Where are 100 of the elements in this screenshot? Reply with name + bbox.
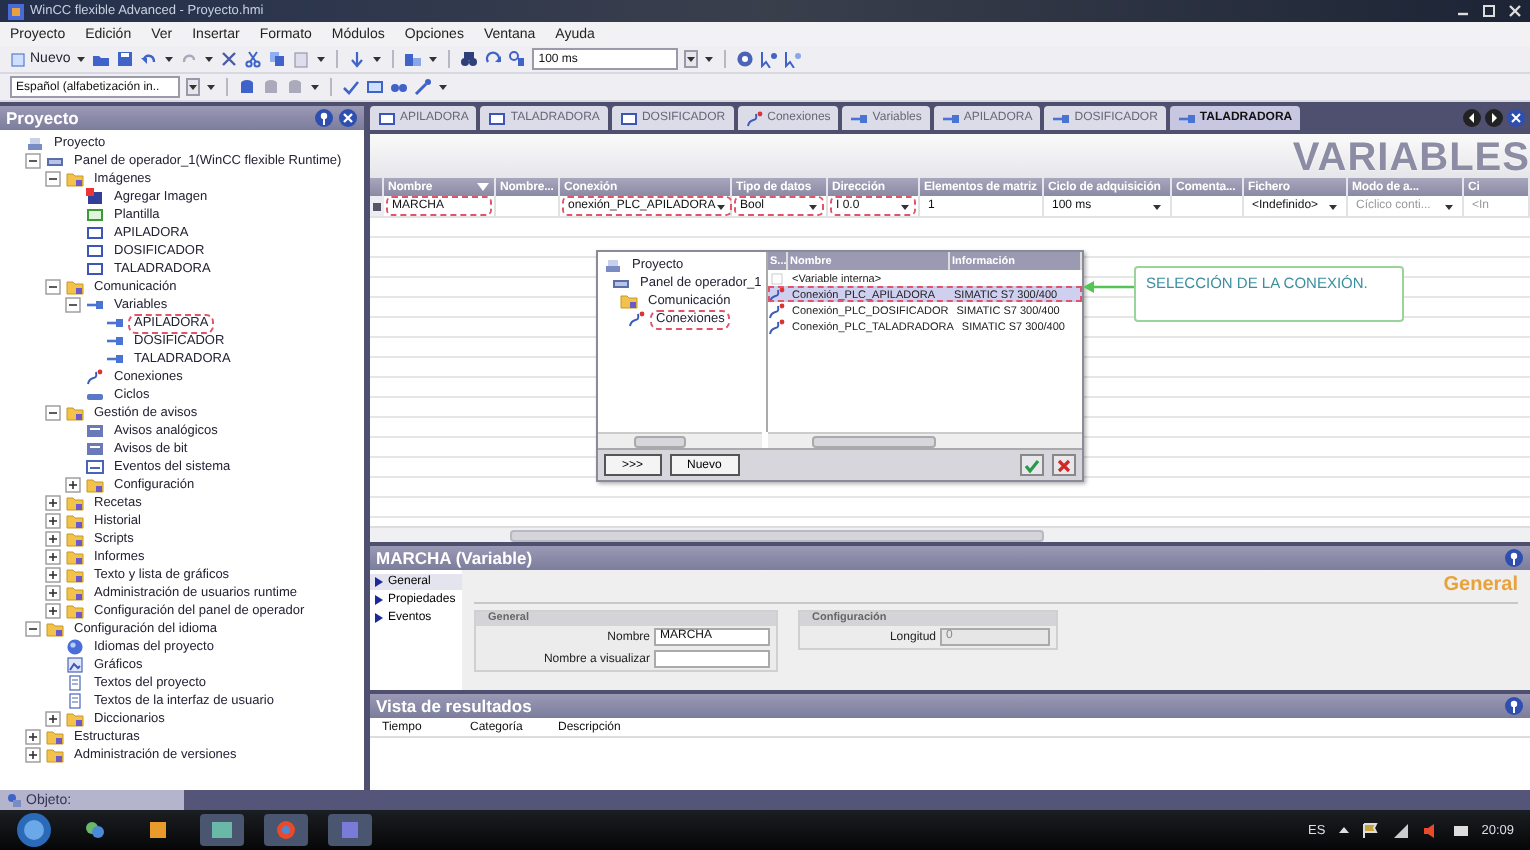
expander-icon[interactable] [44, 494, 62, 512]
expander-icon[interactable] [44, 512, 62, 530]
alarm-icon [86, 440, 104, 458]
expander-icon[interactable] [44, 584, 62, 602]
folder-icon [46, 620, 64, 638]
pointer-help-icon[interactable] [784, 50, 803, 68]
caret-icon[interactable] [428, 54, 439, 64]
pin-icon[interactable] [1504, 548, 1524, 568]
undo-icon[interactable] [140, 50, 159, 68]
download-icon[interactable] [348, 50, 367, 68]
caret-icon[interactable] [704, 54, 715, 64]
caret-icon[interactable] [438, 82, 448, 92]
volume-icon[interactable] [1421, 821, 1440, 839]
bullet-icon [374, 594, 384, 606]
cut-icon[interactable] [244, 50, 263, 68]
expander-icon[interactable] [44, 530, 62, 548]
help-icon[interactable] [736, 50, 755, 68]
horizontal-scrollbar[interactable] [370, 526, 1530, 542]
flag-icon[interactable] [1361, 821, 1380, 839]
expander-icon[interactable] [44, 548, 62, 566]
close-icon [1056, 457, 1072, 473]
caret-icon[interactable] [715, 201, 726, 211]
up-caret-icon[interactable] [1337, 824, 1350, 836]
dropdown-button-icon[interactable] [684, 50, 699, 68]
table-corner [370, 178, 384, 196]
dropdown-button-icon[interactable] [186, 78, 200, 96]
caret-icon[interactable] [164, 54, 175, 64]
binoculars-icon[interactable] [460, 50, 479, 68]
globe-icon [66, 638, 84, 656]
expander-icon[interactable] [24, 152, 42, 170]
caret-icon[interactable] [900, 201, 910, 211]
bullet-icon [374, 612, 384, 624]
tag-icon [941, 109, 960, 127]
expander-icon[interactable] [64, 296, 82, 314]
expander-icon[interactable] [44, 710, 62, 728]
expander-icon[interactable] [44, 404, 62, 422]
close-icon[interactable] [338, 108, 358, 128]
confirm-button[interactable] [1020, 454, 1044, 476]
input-field[interactable] [654, 650, 770, 668]
connection-icon [628, 310, 646, 328]
connection-icon[interactable] [768, 318, 786, 336]
caret-icon[interactable] [1328, 201, 1338, 211]
delete-icon[interactable] [220, 50, 239, 68]
row-marker-icon [372, 201, 382, 211]
expander-icon[interactable] [44, 170, 62, 188]
folder-icon [66, 170, 84, 188]
folder-icon [66, 584, 84, 602]
pin-icon[interactable] [314, 108, 334, 128]
row-header[interactable] [370, 196, 384, 218]
find-replace-icon[interactable] [508, 50, 527, 68]
panel-title: Proyecto [6, 108, 79, 128]
caret-icon[interactable] [316, 54, 327, 64]
caret-icon[interactable] [808, 201, 818, 211]
close-icon[interactable] [1506, 108, 1526, 128]
cancel-button[interactable] [1052, 454, 1076, 476]
expander-icon[interactable] [24, 728, 42, 746]
save-icon[interactable] [116, 50, 135, 68]
check-icon[interactable] [342, 78, 360, 96]
tag-icon [106, 350, 124, 368]
graphic-icon [66, 656, 84, 674]
expander-icon[interactable] [44, 566, 62, 584]
connection-icon[interactable] [768, 302, 786, 320]
signal-icon[interactable] [1391, 821, 1410, 839]
pin-icon[interactable] [1504, 696, 1524, 716]
tag-icon [106, 314, 124, 332]
panel-title: MARCHA (Variable) [376, 548, 533, 568]
app-icon [340, 820, 360, 840]
compile-icon[interactable] [404, 50, 423, 68]
database-icon[interactable] [238, 78, 256, 96]
caret-icon[interactable] [76, 54, 87, 64]
copy-icon[interactable] [268, 50, 287, 68]
expander-icon[interactable] [44, 278, 62, 296]
folder-icon [66, 494, 84, 512]
browser-icon [276, 820, 296, 840]
expander-icon[interactable] [64, 476, 82, 494]
caret-icon[interactable] [310, 82, 320, 92]
horizontal-scrollbar[interactable] [598, 432, 762, 448]
expander-icon[interactable] [44, 602, 62, 620]
folder-icon [46, 728, 64, 746]
caret-icon[interactable] [372, 54, 383, 64]
start-button-icon[interactable] [16, 812, 52, 848]
caret-icon[interactable] [206, 82, 216, 92]
close-icon[interactable] [1508, 4, 1522, 18]
battery-icon[interactable] [1451, 821, 1470, 839]
blank-icon[interactable] [768, 270, 786, 288]
open-folder-icon[interactable] [92, 50, 111, 68]
maximize-icon[interactable] [1482, 4, 1496, 18]
glasses-icon[interactable] [390, 78, 408, 96]
connection-icon[interactable] [768, 286, 786, 304]
refresh-icon[interactable] [484, 50, 503, 68]
expander-icon[interactable] [24, 620, 42, 638]
tag-icon [86, 296, 104, 314]
tool-icon[interactable] [414, 78, 432, 96]
caret-icon[interactable] [204, 54, 215, 64]
caret-icon[interactable] [1152, 201, 1162, 211]
app-icon [8, 3, 24, 19]
event-icon [86, 458, 104, 476]
pointer-help-icon[interactable] [760, 50, 779, 68]
expander-icon[interactable] [24, 746, 42, 764]
horizontal-scrollbar[interactable] [768, 432, 1082, 448]
